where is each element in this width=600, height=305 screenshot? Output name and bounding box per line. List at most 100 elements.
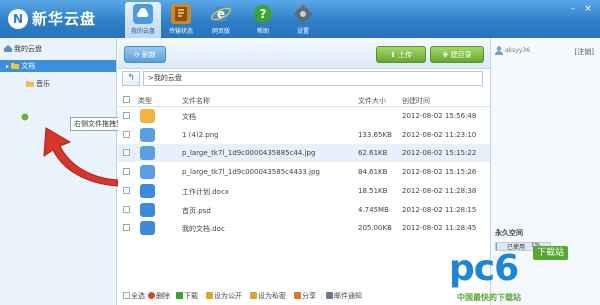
user-icon	[495, 46, 503, 55]
new-folder-label: 建目录	[450, 51, 472, 59]
tab-my-cloud-label: 我的云盘	[130, 28, 155, 35]
tree-item-music[interactable]: 音乐	[26, 78, 50, 90]
row-checkbox[interactable]	[123, 149, 130, 157]
tab-transfer[interactable]: 传输状态	[163, 2, 199, 38]
logout-link[interactable]: [注销]	[575, 47, 594, 57]
make-private-label: 设为私密	[258, 292, 286, 300]
file-name[interactable]: 我的文档.doc	[182, 224, 225, 234]
tab-transfer-label: 传输状态	[168, 28, 193, 35]
tab-my-cloud[interactable]: 我的云盘	[125, 2, 161, 38]
file-name[interactable]: 首页.psd	[182, 206, 211, 216]
tab-help[interactable]: ? 帮助	[245, 2, 281, 38]
watermark-tagline: 中国最快的下载站	[457, 293, 521, 302]
image-file-icon	[140, 165, 155, 180]
back-arrow-icon[interactable]: ↰	[122, 71, 140, 86]
file-time: 2012-08-02 15:56:48	[402, 112, 477, 120]
file-name[interactable]: p_large_tk7l_1d9c000043585c4433.jpg	[182, 168, 320, 176]
file-time: 2012-08-02 15:15:22	[402, 149, 477, 158]
new-folder-button[interactable]: ✚ 建目录	[430, 46, 484, 63]
select-all-action[interactable]: 全选	[123, 291, 145, 301]
refresh-button[interactable]: ⟳ 刷新	[124, 46, 166, 63]
document-file-icon	[140, 183, 155, 198]
refresh-label: 刷新	[142, 51, 157, 59]
tree-item-root[interactable]: 我的云盘	[4, 43, 42, 55]
bottom-actions: 全选 删除 下载 设为公开 设为私密 分享 邮件通知	[118, 285, 490, 305]
delete-action[interactable]: 删除	[148, 291, 170, 301]
upload-icon: ⬆	[389, 51, 399, 59]
mail-icon	[326, 292, 333, 299]
upload-button[interactable]: ⬆ 上传	[376, 46, 426, 63]
watermark-brand: pc6	[449, 248, 519, 289]
tree-item-docs[interactable]: ▸ 文档	[0, 60, 116, 72]
title-bar: N 新华云盘 我的云盘 传输状态 e 网页版 ? 帮助 设置 – ×	[0, 0, 600, 38]
share-icon	[294, 292, 301, 299]
col-type[interactable]: 类型	[138, 96, 152, 106]
table-row[interactable]: p_large_tk7l_1d9c0000435885c44.jpg 62.61K…	[118, 144, 490, 163]
col-time[interactable]: 创建时间	[402, 96, 430, 106]
ie-icon: e	[211, 4, 231, 24]
lock-icon	[250, 292, 257, 299]
file-time: 2012-08-02 11:23:10	[402, 130, 477, 139]
file-name[interactable]: 工作计划.docx	[182, 187, 229, 197]
row-checkbox[interactable]	[123, 205, 130, 213]
file-browser: ⟳ 刷新 ⬆ 上传 ✚ 建目录 ↰ >我的云盘 类型 文件名称 文件大小 创建时…	[118, 38, 490, 305]
row-checkbox[interactable]	[123, 168, 130, 176]
site-watermark: pc6 下载站 中国最快的下载站	[449, 244, 599, 304]
select-all-checkbox[interactable]	[123, 96, 130, 103]
minimize-button[interactable]: –	[567, 4, 579, 14]
make-public-label: 设为公开	[214, 292, 242, 300]
row-checkbox[interactable]	[123, 112, 130, 119]
make-public-action[interactable]: 设为公开	[206, 291, 242, 301]
table-row[interactable]: 1 (4)2.png 133.65KB 2012-08-02 11:23:10	[118, 126, 490, 144]
image-file-icon	[140, 146, 155, 161]
mail-notify-label: 邮件通知	[334, 292, 362, 300]
file-name[interactable]: 1 (4)2.png	[182, 131, 219, 139]
file-size: 18.51KB	[358, 186, 388, 195]
help-icon: ?	[253, 4, 273, 24]
folder-icon	[11, 61, 20, 69]
settings-icon	[293, 4, 313, 24]
row-checkbox[interactable]	[123, 186, 130, 194]
folder-icon	[140, 109, 155, 123]
file-time: 2012-08-02 11:28:15	[402, 205, 477, 214]
refresh-icon: ⟳	[133, 51, 143, 59]
cloud-icon	[133, 4, 153, 24]
table-row[interactable]: p_large_tk7l_1d9c000043585c4433.jpg 84.61…	[118, 163, 490, 181]
home-icon	[4, 44, 12, 52]
transfer-icon	[171, 4, 191, 24]
upload-label: 上传	[398, 51, 413, 59]
file-size: 133.65KB	[358, 130, 392, 139]
row-checkbox[interactable]	[123, 130, 130, 138]
toolbar: ⟳ 刷新 ⬆ 上传 ✚ 建目录	[118, 38, 490, 69]
col-name[interactable]: 文件名称	[182, 96, 210, 106]
tab-web-label: 网页版	[211, 28, 230, 35]
watermark-badge: 下载站	[533, 246, 569, 260]
delete-label: 删除	[156, 292, 170, 300]
download-action[interactable]: 下载	[176, 291, 198, 301]
table-row[interactable]: 文档 2012-08-02 15:56:48	[118, 107, 490, 125]
table-header: 类型 文件名称 文件大小 创建时间	[118, 93, 490, 107]
close-button[interactable]: ×	[582, 4, 594, 14]
tree-item-docs-label: 文档	[21, 62, 36, 70]
download-label: 下载	[184, 292, 198, 300]
tab-settings[interactable]: 设置	[285, 2, 321, 38]
document-file-icon	[140, 221, 155, 236]
share-action[interactable]: 分享	[294, 291, 316, 301]
table-row[interactable]: 我的文档.doc 205.00KB 2012-08-02 11:28:45	[118, 219, 490, 237]
table-row[interactable]: 工作计划.docx 18.51KB 2012-08-02 11:28:38	[118, 182, 490, 200]
plus-icon: ✚	[442, 51, 451, 59]
file-size: 84.61KB	[358, 168, 388, 177]
table-row[interactable]: 首页.psd 4.745MB 2012-08-02 11:28:15	[118, 201, 490, 219]
make-private-action[interactable]: 设为私密	[250, 291, 286, 301]
folder-icon	[26, 79, 34, 87]
document-file-icon	[140, 202, 155, 217]
breadcrumb[interactable]: >我的云盘	[143, 71, 483, 86]
col-size[interactable]: 文件大小	[358, 96, 386, 106]
drag-arrow-icon	[43, 127, 119, 187]
tab-web[interactable]: e 网页版	[203, 2, 239, 38]
expand-icon[interactable]: ▸	[6, 63, 9, 70]
file-name[interactable]: 文档	[182, 112, 196, 122]
row-checkbox[interactable]	[123, 224, 130, 232]
file-name[interactable]: p_large_tk7l_1d9c0000435885c44.jpg	[182, 149, 315, 157]
mail-notify-action[interactable]: 邮件通知	[326, 291, 362, 301]
